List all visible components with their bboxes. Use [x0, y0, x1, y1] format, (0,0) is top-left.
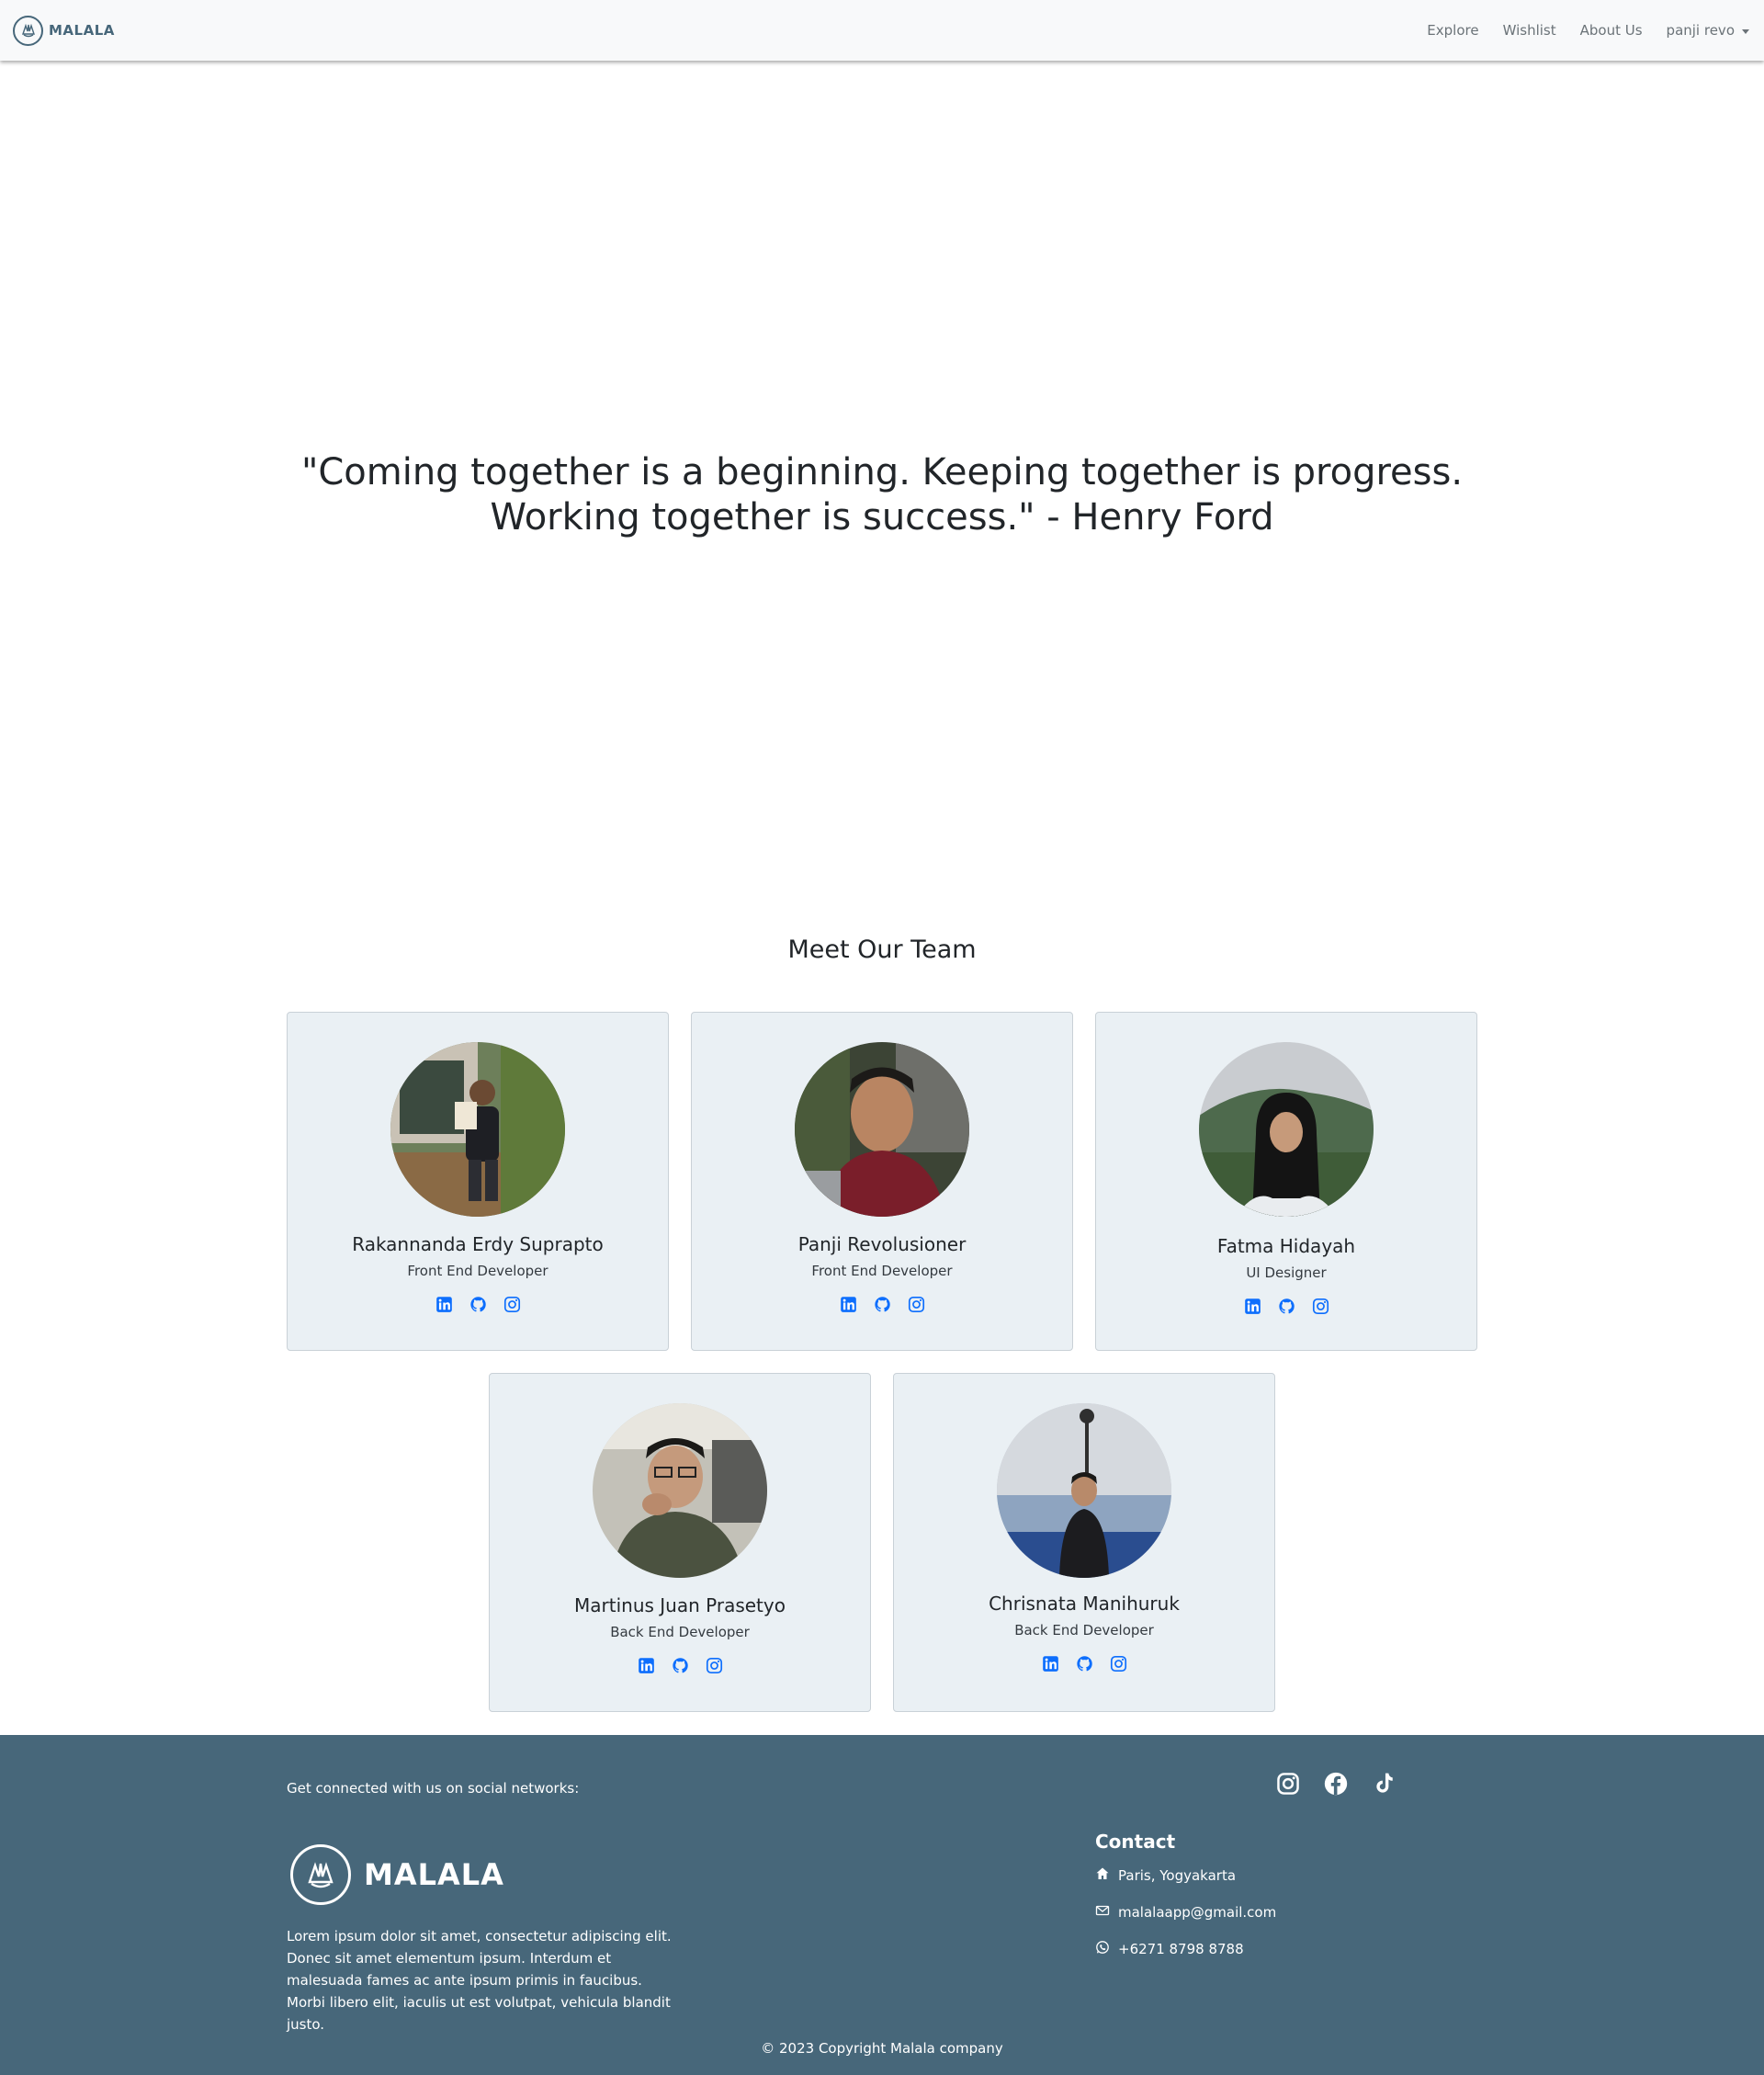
footer-brand-name: MALALA: [364, 1857, 504, 1892]
footer-description: Lorem ipsum dolor sit amet, consectetur …: [287, 1928, 672, 2033]
github-icon[interactable]: [1076, 1655, 1093, 1672]
facebook-icon[interactable]: [1324, 1772, 1348, 1796]
member-socials: [288, 1296, 668, 1313]
member-role: Back End Developer: [1014, 1622, 1154, 1638]
email-text: malalaapp@gmail.com: [1118, 1904, 1277, 1921]
instagram-icon[interactable]: [1110, 1655, 1127, 1672]
member-photo: [1199, 1042, 1374, 1217]
malala-logo-icon: [290, 1844, 351, 1905]
member-name: Fatma Hidayah: [1216, 1235, 1356, 1257]
contact-title: Contact: [1095, 1831, 1176, 1853]
footer-connect-text: Get connected with us on social networks…: [287, 1780, 580, 1797]
nav-about-us[interactable]: About Us: [1580, 22, 1643, 39]
footer-brand: MALALA: [290, 1844, 504, 1905]
member-socials: [490, 1657, 870, 1674]
phone-text: +6271 8798 8788: [1118, 1941, 1244, 1957]
brand-name: MALALA: [49, 22, 115, 39]
member-photo: [795, 1042, 969, 1217]
malala-logo-icon: [13, 15, 43, 46]
team-card: Panji Revolusioner Front End Developer: [691, 1012, 1073, 1351]
instagram-icon[interactable]: [706, 1657, 723, 1674]
github-icon[interactable]: [469, 1296, 487, 1313]
nav-wishlist[interactable]: Wishlist: [1503, 22, 1556, 39]
member-name: Rakannanda Erdy Suprapto: [352, 1233, 604, 1255]
contact-address: Paris, Yogyakarta: [1095, 1866, 1236, 1885]
linkedin-icon[interactable]: [1042, 1655, 1059, 1672]
member-socials: [692, 1296, 1072, 1313]
instagram-icon[interactable]: [503, 1296, 521, 1313]
home-icon: [1095, 1866, 1110, 1885]
team-card: Rakannanda Erdy Suprapto Front End Devel…: [287, 1012, 669, 1351]
instagram-icon[interactable]: [1276, 1772, 1300, 1796]
tiktok-icon[interactable]: [1372, 1772, 1396, 1796]
github-icon[interactable]: [874, 1296, 891, 1313]
footer-socials: [1276, 1772, 1396, 1796]
member-role: Front End Developer: [811, 1263, 953, 1279]
navbar: MALALA Explore Wishlist About Us panji r…: [0, 0, 1764, 61]
member-role: UI Designer: [1246, 1264, 1327, 1281]
linkedin-icon[interactable]: [435, 1296, 453, 1313]
contact-phone[interactable]: +6271 8798 8788: [1095, 1940, 1244, 1958]
member-photo: [997, 1403, 1171, 1578]
member-photo: [390, 1042, 565, 1217]
member-photo: [593, 1403, 767, 1578]
member-name: Chrisnata Manihuruk: [989, 1593, 1180, 1615]
linkedin-icon[interactable]: [638, 1657, 655, 1674]
member-name: Martinus Juan Prasetyo: [574, 1594, 786, 1616]
nav-explore[interactable]: Explore: [1427, 22, 1478, 39]
nav-links: Explore Wishlist About Us panji revo: [1427, 22, 1749, 39]
github-icon[interactable]: [1278, 1298, 1295, 1315]
envelope-icon: [1095, 1903, 1110, 1922]
hero-quote: "Coming together is a beginning. Keeping…: [0, 450, 1764, 540]
address-text: Paris, Yogyakarta: [1118, 1867, 1237, 1884]
instagram-icon[interactable]: [908, 1296, 925, 1313]
linkedin-icon[interactable]: [840, 1296, 857, 1313]
user-name: panji revo: [1666, 22, 1735, 39]
github-icon[interactable]: [672, 1657, 689, 1674]
member-name: Panji Revolusioner: [797, 1233, 967, 1255]
member-role: Back End Developer: [610, 1624, 750, 1640]
footer: Get connected with us on social networks…: [0, 1735, 1764, 2075]
caret-down-icon: [1742, 28, 1749, 34]
copyright: © 2023 Copyright Malala company: [761, 2040, 1003, 2057]
contact-email[interactable]: malalaapp@gmail.com: [1095, 1903, 1276, 1922]
whatsapp-icon: [1095, 1940, 1110, 1958]
quote-line-2: Working together is success." - Henry Fo…: [490, 496, 1274, 539]
instagram-icon[interactable]: [1312, 1298, 1329, 1315]
member-role: Front End Developer: [407, 1263, 548, 1279]
quote-line-1: "Coming together is a beginning. Keeping…: [300, 451, 1464, 493]
team-title: Meet Our Team: [787, 935, 977, 964]
linkedin-icon[interactable]: [1244, 1298, 1261, 1315]
member-socials: [894, 1655, 1274, 1672]
team-card: Martinus Juan Prasetyo Back End Develope…: [489, 1373, 871, 1712]
user-dropdown[interactable]: panji revo: [1667, 22, 1749, 39]
team-card: Chrisnata Manihuruk Back End Developer: [893, 1373, 1275, 1712]
team-card: Fatma Hidayah UI Designer: [1095, 1012, 1477, 1351]
brand-link[interactable]: MALALA: [13, 15, 115, 46]
member-socials: [1096, 1298, 1476, 1315]
